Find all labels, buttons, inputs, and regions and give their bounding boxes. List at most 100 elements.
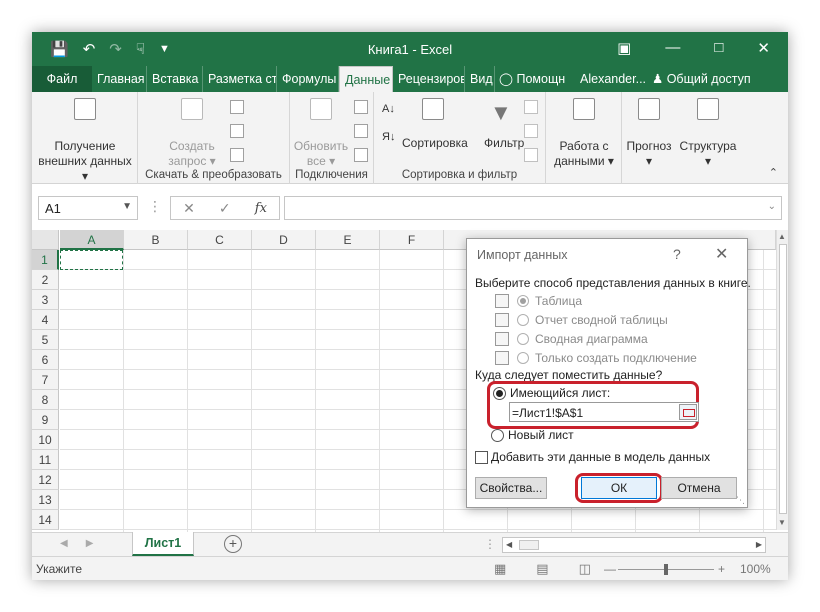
reapply-icon[interactable] <box>524 124 538 138</box>
outline-button[interactable]: Структура ▾ <box>676 98 740 169</box>
row-header[interactable]: 13 <box>32 490 59 510</box>
account-name[interactable]: Alexander... <box>575 66 647 92</box>
column-header[interactable]: F <box>380 230 444 250</box>
select-all-corner[interactable] <box>32 230 59 250</box>
filter-button[interactable]: Фильтр <box>484 136 524 151</box>
radio-pivot-chart[interactable] <box>517 333 529 345</box>
insert-function-icon[interactable]: fx <box>255 201 267 216</box>
expand-formula-icon[interactable]: ⌄ <box>768 201 776 212</box>
resize-grip[interactable]: ⋱ <box>736 495 745 506</box>
share-button[interactable]: ♟ Общий доступ <box>647 66 767 92</box>
sheet-tab-active[interactable]: Лист1 <box>132 532 194 556</box>
clear-filter-icon[interactable] <box>524 100 538 114</box>
row-header[interactable]: 1 <box>32 250 59 270</box>
row-header[interactable]: 8 <box>32 390 59 410</box>
zoom-out-icon[interactable]: — <box>604 562 616 576</box>
formula-bar: A1 ▼ ⋮ ✕ ✓ fx ⌄ <box>32 192 788 224</box>
cancel-formula-icon[interactable]: ✕ <box>183 200 195 217</box>
formula-input[interactable]: ⌄ <box>284 196 782 220</box>
row-header[interactable]: 11 <box>32 450 59 470</box>
row-header[interactable]: 2 <box>32 270 59 290</box>
row-header[interactable]: 7 <box>32 370 59 390</box>
selected-cell-a1[interactable] <box>60 250 123 270</box>
sheet-nav-arrows[interactable]: ◀▶ <box>60 538 111 549</box>
tab-split-grip[interactable]: ⋮ <box>484 537 496 551</box>
row-header[interactable]: 4 <box>32 310 59 330</box>
properties-button[interactable]: Свойства... <box>475 477 547 499</box>
zoom-level[interactable]: 100% <box>740 562 771 576</box>
tab-home[interactable]: Главная <box>92 66 147 92</box>
radio-connection-only[interactable] <box>517 352 529 364</box>
radio-existing-sheet[interactable] <box>493 387 506 400</box>
row-header[interactable]: 14 <box>32 510 59 530</box>
properties-icon[interactable] <box>354 124 368 138</box>
zoom-in-icon[interactable]: + <box>718 562 725 576</box>
edit-links-icon[interactable] <box>354 148 368 162</box>
row-header[interactable]: 5 <box>32 330 59 350</box>
tab-insert[interactable]: Вставка <box>147 66 203 92</box>
vertical-scrollbar[interactable]: ▲ ▼ <box>776 230 788 530</box>
tab-page-layout[interactable]: Разметка ст <box>203 66 277 92</box>
reference-input[interactable]: =Лист1!$A$1 <box>509 402 699 422</box>
ribbon-display-icon[interactable]: ▣ <box>617 39 631 57</box>
sort-asc-icon[interactable]: A↓ <box>382 102 395 117</box>
connections-icon[interactable] <box>354 100 368 114</box>
row-header[interactable]: 10 <box>32 430 59 450</box>
sort-button[interactable]: Сортировка <box>402 136 468 151</box>
hscroll-thumb[interactable] <box>519 540 539 550</box>
get-external-data-button[interactable]: Получение внешних данных ▾ <box>36 98 134 184</box>
scroll-left-icon[interactable]: ◀ <box>506 540 512 549</box>
group-data-tools: Работа с данными ▾ <box>546 92 622 184</box>
close-icon[interactable]: ✕ <box>715 244 728 264</box>
tab-review[interactable]: Рецензиров <box>393 66 465 92</box>
close-icon[interactable]: ✕ <box>757 39 770 57</box>
normal-view-icon[interactable]: ▦ <box>494 561 506 577</box>
scroll-down-icon[interactable]: ▼ <box>778 518 786 527</box>
minimize-icon[interactable]: — <box>665 39 680 57</box>
maximize-icon[interactable]: □ <box>714 39 723 57</box>
scroll-up-icon[interactable]: ▲ <box>778 232 786 241</box>
page-layout-icon[interactable]: ▤ <box>536 561 548 577</box>
row-header[interactable]: 9 <box>32 410 59 430</box>
show-queries-icon[interactable] <box>230 100 244 114</box>
collapse-dialog-icon[interactable] <box>679 404 697 420</box>
scroll-right-icon[interactable]: ▶ <box>756 540 762 549</box>
ok-button[interactable]: ОК <box>581 477 657 499</box>
row-header[interactable]: 3 <box>32 290 59 310</box>
column-header[interactable]: E <box>316 230 380 250</box>
enter-formula-icon[interactable]: ✓ <box>219 200 231 217</box>
row-header[interactable]: 6 <box>32 350 59 370</box>
radio-new-sheet[interactable] <box>491 429 504 442</box>
data-tools-button[interactable]: Работа с данными ▾ <box>550 98 618 169</box>
column-header[interactable]: D <box>252 230 316 250</box>
from-table-icon[interactable] <box>230 124 244 138</box>
recent-sources-icon[interactable] <box>230 148 244 162</box>
tab-file[interactable]: Файл <box>32 66 92 92</box>
collapse-ribbon-icon[interactable]: ⌃ <box>769 166 778 179</box>
sort-desc-icon[interactable]: Я↓ <box>382 130 395 145</box>
tab-formulas[interactable]: Формулы <box>277 66 339 92</box>
dialog-title: Импорт данных <box>477 248 568 262</box>
radio-pivot-table[interactable] <box>517 314 529 326</box>
row-header[interactable]: 12 <box>32 470 59 490</box>
tab-help[interactable]: ◯ Помощн <box>495 66 575 92</box>
column-header[interactable]: A <box>60 230 124 250</box>
add-sheet-button[interactable]: + <box>224 535 242 553</box>
radio-table[interactable] <box>517 295 529 307</box>
advanced-filter-icon[interactable] <box>524 148 538 162</box>
create-query-button[interactable]: Создать запрос ▾ <box>162 98 222 169</box>
refresh-all-button[interactable]: Обновить все ▾ <box>292 98 350 169</box>
add-to-model-checkbox[interactable] <box>475 451 488 464</box>
help-icon[interactable]: ? <box>673 246 681 262</box>
scroll-thumb[interactable] <box>779 244 787 514</box>
forecast-button[interactable]: Прогноз ▾ <box>624 98 674 169</box>
cancel-button[interactable]: Отмена <box>661 477 737 499</box>
column-header[interactable]: C <box>188 230 252 250</box>
name-box[interactable]: A1 ▼ <box>38 196 138 220</box>
page-break-icon[interactable]: ◫ <box>579 561 591 577</box>
tab-data[interactable]: Данные <box>339 66 393 92</box>
tab-view[interactable]: Вид <box>465 66 495 92</box>
column-header[interactable]: B <box>124 230 188 250</box>
horizontal-scrollbar[interactable]: ◀ ▶ <box>502 537 766 553</box>
zoom-slider-knob[interactable] <box>664 564 668 575</box>
